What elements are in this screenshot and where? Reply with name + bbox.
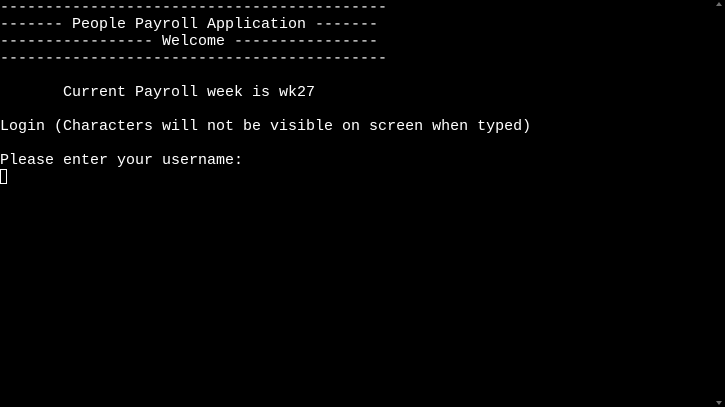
terminal-window: ----------------------------------------… (0, 0, 725, 407)
banner-border-bottom: ----------------------------------------… (0, 50, 388, 67)
text-cursor (0, 168, 7, 184)
scroll-up-arrow-icon[interactable] (716, 2, 722, 6)
scroll-down-arrow-icon[interactable] (716, 401, 722, 405)
vertical-scrollbar[interactable] (713, 0, 725, 407)
login-notice-line: Login (Characters will not be visible on… (0, 118, 532, 135)
banner-border-top: ----------------------------------------… (0, 0, 388, 16)
welcome-line: ----------------- Welcome --------------… (0, 33, 379, 50)
app-title-line: ------- People Payroll Application -----… (0, 16, 379, 33)
payroll-week-line: Current Payroll week is wk27 (0, 84, 316, 101)
username-prompt: Please enter your username: (0, 152, 244, 169)
username-input-line[interactable] (0, 168, 712, 186)
terminal-screen: ----------------------------------------… (0, 0, 712, 186)
